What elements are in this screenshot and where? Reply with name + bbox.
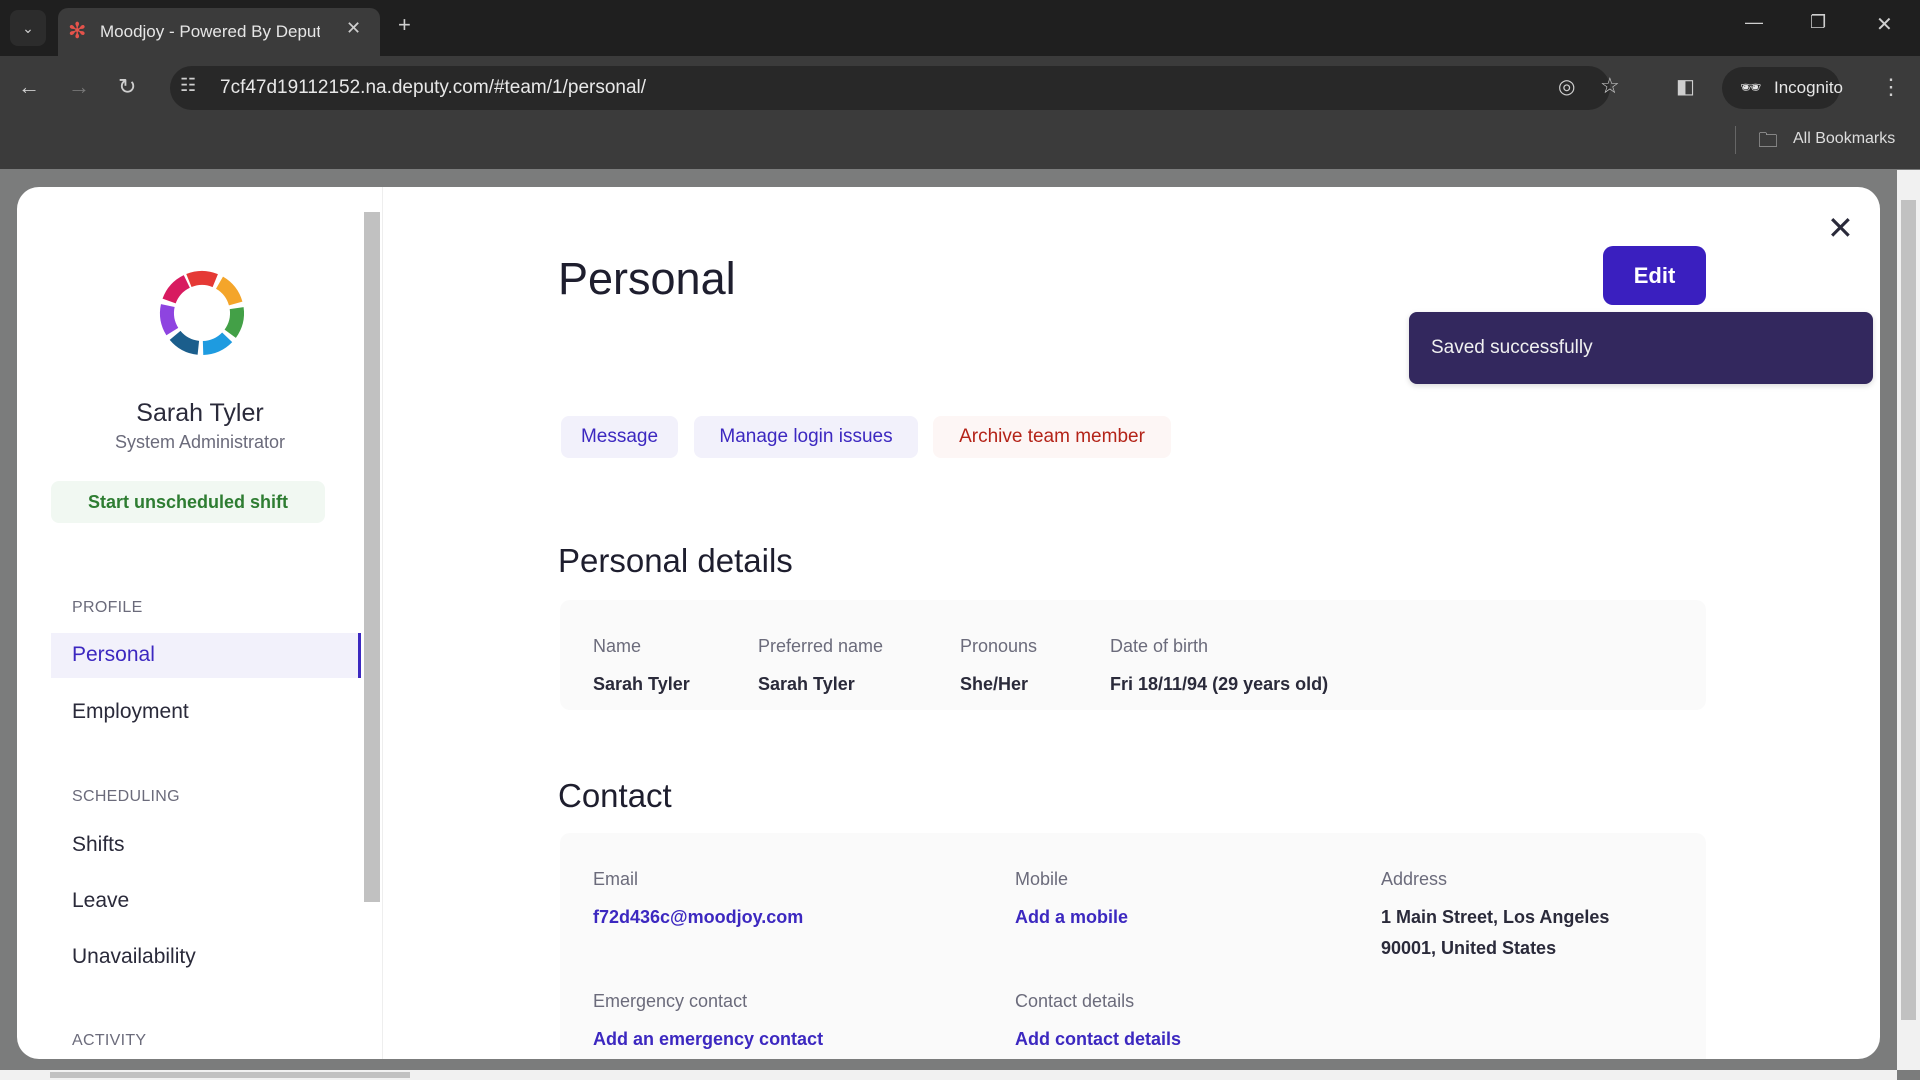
add-emergency-contact-link[interactable]: Add an emergency contact [593,1029,823,1050]
restore-icon[interactable]: ❐ [1810,12,1826,33]
field-label: Date of birth [1110,636,1209,656]
section-scheduling: SCHEDULING [72,788,180,805]
archive-team-member-button[interactable]: Archive team member [933,416,1171,458]
sidebar-item-leave[interactable]: Leave [72,889,129,913]
page-title: Personal [558,253,736,304]
field-label: Name [593,636,642,656]
start-unscheduled-shift-button[interactable]: Start unscheduled shift [51,481,325,523]
tab-title: Moodjoy - Powered By Deputy [100,22,320,41]
close-tab-icon[interactable]: ✕ [346,18,361,39]
user-role: System Administrator [114,432,286,452]
team-member-modal: Sarah Tyler System Administrator Start u… [17,187,1880,1059]
sidebar-item-personal-label[interactable]: Personal [72,643,155,667]
incognito-label: Incognito [1774,78,1843,97]
tab-search-button[interactable]: ⌄ [10,10,46,46]
email-link[interactable]: f72d436c@moodjoy.com [593,907,803,928]
add-mobile-link[interactable]: Add a mobile [1015,907,1128,928]
edit-button[interactable]: Edit [1603,246,1706,305]
minimize-icon[interactable]: — [1745,12,1763,33]
sidebar-item-shifts[interactable]: Shifts [72,833,125,857]
horizontal-scrollbar[interactable] [0,1070,1897,1080]
section-profile: PROFILE [72,599,143,616]
url-text[interactable]: 7cf47d19112152.na.deputy.com/#team/1/per… [220,77,646,99]
field-label: Preferred name [758,636,884,656]
user-name: Sarah Tyler [136,399,264,427]
dob-value: Fri 18/11/94 (29 years old) [1110,674,1329,694]
close-icon[interactable]: ✕ [1827,209,1854,247]
sidebar-item-employment[interactable]: Employment [72,700,189,724]
section-activity: ACTIVITY [72,1032,147,1049]
company-logo [159,270,245,355]
address-line1: 1 Main Street, Los Angeles [1381,907,1610,927]
add-contact-details-link[interactable]: Add contact details [1015,1029,1181,1050]
emergency-label: Emergency contact [593,991,748,1011]
forward-icon[interactable]: → [68,74,90,100]
side-panel-icon[interactable]: ◧ [1676,74,1695,99]
personal-details-heading: Personal details [558,542,793,579]
mobile-label: Mobile [1015,869,1069,889]
menu-icon[interactable]: ⋮ [1880,74,1902,100]
page-scrollbar[interactable] [1897,170,1920,1070]
incognito-badge[interactable]: 🕶 Incognito [1722,67,1843,109]
manage-login-issues-button[interactable]: Manage login issues [694,416,918,458]
close-window-icon[interactable]: ✕ [1876,12,1893,37]
divider [1735,126,1736,154]
browser-tab[interactable]: ✻ Moodjoy - Powered By Deputy ✕ [58,8,380,56]
email-label: Email [593,869,639,889]
sidebar-scrollbar[interactable] [364,212,380,902]
contact-heading: Contact [558,777,672,814]
message-button[interactable]: Message [561,416,678,458]
saved-toast: Saved successfully [1409,312,1873,384]
contact-card: Email f72d436c@moodjoy.com Mobile Add a … [560,833,1706,1059]
pronouns-value: She/Her [960,674,1029,694]
address-label: Address [1381,869,1448,889]
star-icon[interactable]: ☆ [1600,73,1620,99]
all-bookmarks[interactable]: All Bookmarks [1793,130,1895,148]
browser-tab-bar: ⌄ ✻ Moodjoy - Powered By Deputy ✕ + — ❐ … [0,0,1920,56]
reload-icon[interactable]: ↻ [118,74,136,100]
back-icon[interactable]: ← [18,74,40,100]
profile-sidebar: Sarah Tyler System Administrator Start u… [17,187,383,1059]
name-value: Sarah Tyler [593,674,690,694]
eye-off-icon[interactable]: ◎ [1558,74,1575,99]
address-line2: 90001, United States [1381,938,1557,958]
sidebar-item-unavailability[interactable]: Unavailability [72,945,196,969]
site-settings-icon[interactable]: ☷ [180,75,196,96]
folder-icon: 🗀 [1758,130,1778,152]
field-label: Pronouns [960,636,1038,656]
incognito-icon: 🕶 [1740,78,1762,97]
new-tab-icon[interactable]: + [398,12,411,38]
personal-details-card: Name Sarah Tyler Preferred name Sarah Ty… [560,600,1706,710]
contact-details-label: Contact details [1015,991,1135,1011]
favicon-icon: ✻ [68,18,87,43]
preferred-name-value: Sarah Tyler [758,674,855,694]
